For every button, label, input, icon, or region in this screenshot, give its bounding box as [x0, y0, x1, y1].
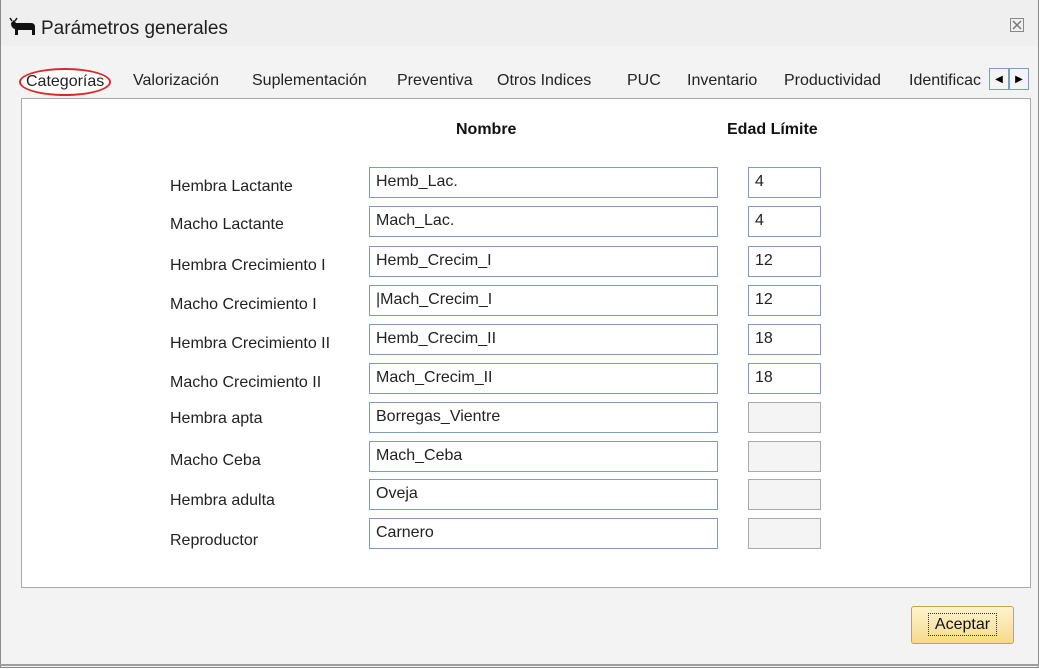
age-limit-field[interactable]: 12 [748, 246, 821, 277]
age-limit-field[interactable]: 18 [748, 363, 821, 394]
row-label: Macho Lactante [170, 216, 284, 233]
age-limit-field[interactable]: 12 [748, 285, 821, 316]
row-label: Macho Ceba [170, 452, 261, 469]
row-label: Macho Crecimiento II [170, 374, 322, 391]
name-field[interactable]: |Mach_Crecim_I [369, 285, 718, 316]
tab-scroll-left-button[interactable]: ◀ [989, 68, 1009, 90]
tab-suplementacion[interactable]: Suplementación [252, 72, 367, 90]
tab-categorias[interactable]: Categorías [19, 68, 112, 96]
name-field[interactable]: Borregas_Vientre [369, 402, 718, 433]
name-field[interactable]: Hemb_Lac. [369, 167, 718, 198]
categories-panel: Nombre Edad Límite Hembra Lactante Hemb_… [21, 98, 1031, 588]
row-label: Hembra Lactante [170, 178, 293, 195]
cow-icon [9, 17, 35, 35]
tab-puc[interactable]: PUC [627, 72, 661, 90]
row-label: Hembra Crecimiento I [170, 257, 326, 274]
title-bar: Parámetros generales [1, 0, 1038, 46]
close-icon[interactable] [1010, 18, 1024, 32]
name-field[interactable]: Hemb_Crecim_I [369, 246, 718, 277]
arrow-right-icon: ▶ [1015, 73, 1023, 85]
row-label: Hembra adulta [170, 492, 275, 509]
bottom-divider [0, 664, 1039, 666]
row-label: Macho Crecimiento I [170, 296, 317, 313]
age-limit-field[interactable] [748, 402, 821, 433]
accept-button-label: Aceptar [927, 613, 998, 636]
accept-button[interactable]: Aceptar [911, 606, 1014, 644]
age-limit-field[interactable] [748, 518, 821, 549]
arrow-left-icon: ◀ [995, 73, 1003, 85]
tab-scroll-right-button[interactable]: ▶ [1009, 68, 1029, 90]
name-column-header: Nombre [456, 121, 517, 138]
row-label: Reproductor [170, 532, 259, 549]
row-label: Hembra apta [170, 410, 263, 427]
name-field[interactable]: Carnero [369, 518, 718, 549]
age-limit-field[interactable] [748, 479, 821, 510]
tab-strip: Categorías Valorización Suplementación P… [19, 66, 1031, 99]
name-field[interactable]: Mach_Lac. [369, 206, 718, 237]
age-limit-field[interactable]: 4 [748, 206, 821, 237]
age-limit-field[interactable] [748, 441, 821, 472]
tab-productividad[interactable]: Productividad [784, 72, 881, 90]
window-title: Parámetros generales [41, 18, 228, 39]
age-limit-field[interactable]: 4 [748, 167, 821, 198]
name-field[interactable]: Mach_Crecim_II [369, 363, 718, 394]
age-limit-column-header: Edad Límite [727, 121, 818, 138]
name-field[interactable]: Hemb_Crecim_II [369, 324, 718, 355]
age-limit-field[interactable]: 18 [748, 324, 821, 355]
tab-inventario[interactable]: Inventario [687, 72, 757, 90]
row-label: Hembra Crecimiento II [170, 335, 331, 352]
tab-valorizacion[interactable]: Valorización [133, 72, 219, 90]
tab-preventiva[interactable]: Preventiva [397, 72, 473, 90]
name-field[interactable]: Oveja [369, 479, 718, 510]
parameters-window: Parámetros generales Categorías Valoriza… [0, 0, 1039, 668]
tab-identificacion[interactable]: Identificac [909, 72, 987, 90]
tab-otros-indices[interactable]: Otros Indices [497, 72, 591, 90]
name-field[interactable]: Mach_Ceba [369, 441, 718, 472]
